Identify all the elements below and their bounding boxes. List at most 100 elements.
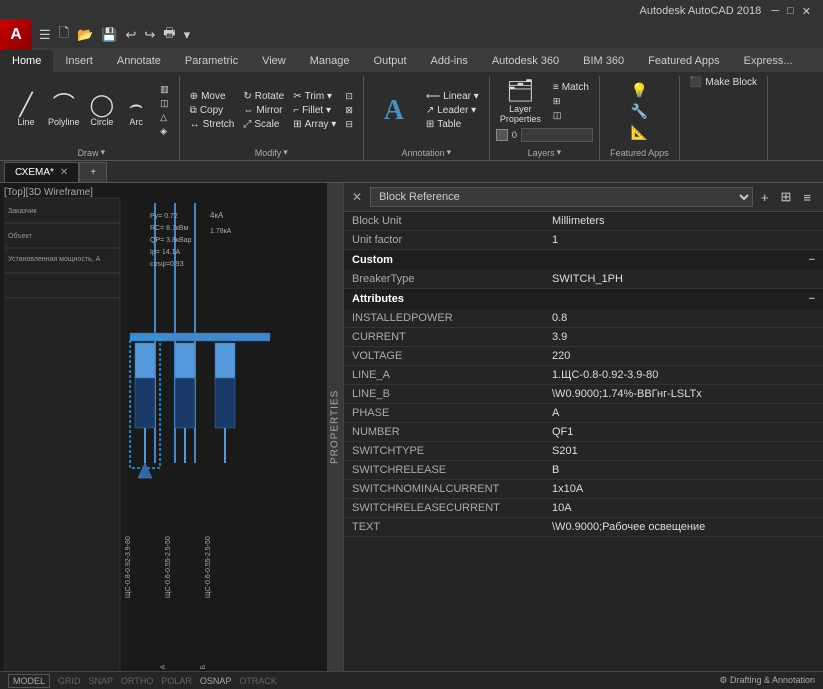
tab-featured-apps[interactable]: Featured Apps xyxy=(636,50,732,72)
draw-circle-button[interactable]: ◯ Circle xyxy=(86,92,119,129)
qa-menu[interactable]: ☰ xyxy=(36,25,54,45)
featured-app-3[interactable]: 📐 xyxy=(627,123,652,142)
voltage-label: VOLTAGE xyxy=(352,350,552,362)
tab-addins[interactable]: Add-ins xyxy=(419,50,480,72)
qa-open[interactable]: 📂 xyxy=(74,25,96,45)
panel-add-button[interactable]: + xyxy=(757,188,773,207)
draw-extra-1[interactable]: ▥ xyxy=(156,83,173,96)
qa-print[interactable]: 🖶 xyxy=(160,22,178,48)
tab-bim360[interactable]: BIM 360 xyxy=(571,50,636,72)
window-close[interactable]: ✕ xyxy=(798,5,815,18)
modify-fillet-button[interactable]: ⌐ Fillet ▾ xyxy=(289,104,340,117)
status-model[interactable]: MODEL xyxy=(8,674,50,688)
document-tab-schema[interactable]: СХЕМА* ✕ xyxy=(4,162,79,182)
annotation-group-expand[interactable]: ▾ xyxy=(447,147,452,158)
status-otrack[interactable]: OTRACK xyxy=(235,675,281,687)
window-maximize[interactable]: □ xyxy=(783,5,798,17)
stretch-icon: ↔ xyxy=(190,119,200,130)
annotation-text-button[interactable]: A xyxy=(370,95,418,127)
layers-group-expand[interactable]: ▾ xyxy=(557,147,562,158)
modify-extra2[interactable]: ⊠ xyxy=(341,104,357,117)
modify-scale-button[interactable]: ⤢ Scale xyxy=(239,118,288,131)
new-tab-icon: + xyxy=(90,167,96,178)
modify-stretch-button[interactable]: ↔ Stretch xyxy=(186,118,239,131)
panel-add2-button[interactable]: ⊞ xyxy=(777,187,796,207)
draw-polyline-button[interactable]: ⌒ Polyline xyxy=(44,92,84,129)
status-workspace[interactable]: ⚙ Drafting & Annotation xyxy=(719,675,815,686)
tab-express[interactable]: Express... xyxy=(732,50,805,72)
panel-close-button[interactable]: ✕ xyxy=(352,190,362,204)
custom-section-header[interactable]: Custom − xyxy=(344,250,823,270)
svg-text:QP= 3.8кВар: QP= 3.8кВар xyxy=(150,237,192,244)
featured-app-2[interactable]: 🔧 xyxy=(627,102,652,121)
draw-extra-2[interactable]: ◫ xyxy=(156,97,173,110)
modify-copy-button[interactable]: ⧉ Copy xyxy=(186,104,239,117)
annotation-leader-button[interactable]: ↗ Leader ▾ xyxy=(422,104,483,117)
qa-redo[interactable]: ↪ xyxy=(141,25,158,45)
new-tab-button[interactable]: + xyxy=(79,162,107,182)
draw-extra-4[interactable]: ◈ xyxy=(156,125,173,138)
modify-rotate-button[interactable]: ↻ Rotate xyxy=(239,90,288,103)
tab-autodesk360[interactable]: Autodesk 360 xyxy=(480,50,571,72)
block-type-select[interactable]: Block Reference xyxy=(370,187,753,207)
breaker-type-label: BreakerType xyxy=(352,273,552,285)
tab-manage[interactable]: Manage xyxy=(298,50,362,72)
polyline-label: Polyline xyxy=(48,117,80,127)
qa-undo[interactable]: ↩ xyxy=(122,25,139,45)
doc-tab-close[interactable]: ✕ xyxy=(60,167,68,178)
attributes-section-header[interactable]: Attributes − xyxy=(344,289,823,309)
draw-arc-button[interactable]: ⌢ Arc xyxy=(120,92,152,129)
annotation-table-button[interactable]: ⊞ Table xyxy=(422,118,483,131)
annotation-linear-button[interactable]: ⟵ Linear ▾ xyxy=(422,90,483,103)
draw-group-expand[interactable]: ▾ xyxy=(101,147,106,158)
make-block-button[interactable]: ⬛ Make Block xyxy=(686,76,761,89)
tab-view[interactable]: View xyxy=(250,50,298,72)
prop-switchreleasecurrent: SWITCHRELEASECURRENT 10A xyxy=(344,499,823,518)
featured-app-1[interactable]: 💡 xyxy=(627,81,652,100)
modify-extra1[interactable]: ⊡ xyxy=(341,90,357,103)
tab-insert[interactable]: Insert xyxy=(53,50,105,72)
make-block-label: Make Block xyxy=(705,77,757,88)
status-snap[interactable]: SNAP xyxy=(85,675,118,687)
modify-mirror-button[interactable]: ⇔ Mirror xyxy=(239,104,288,117)
tab-output[interactable]: Output xyxy=(362,50,419,72)
modify-trim-button[interactable]: ✂ Trim ▾ xyxy=(289,90,340,103)
svg-text:ЩС-0.6-0.55-2.5-50: ЩС-0.6-0.55-2.5-50 xyxy=(205,536,212,598)
number-value: QF1 xyxy=(552,426,573,438)
window-minimize[interactable]: ─ xyxy=(767,5,783,17)
draw-line-button[interactable]: ╱ Line xyxy=(10,92,42,129)
draw-extra-3[interactable]: △ xyxy=(156,111,173,124)
main-area: [Top][3D Wireframe] Заказчик Объект Уста… xyxy=(0,183,823,671)
custom-section-collapse[interactable]: − xyxy=(809,254,815,266)
tab-home[interactable]: Home xyxy=(0,50,53,72)
layers-extra2[interactable]: ◫ xyxy=(549,109,593,122)
svg-text:Объект: Объект xyxy=(8,232,33,240)
drawing-viewport[interactable]: [Top][3D Wireframe] Заказчик Объект Уста… xyxy=(0,183,333,671)
qa-new[interactable]: 🗋 xyxy=(56,22,72,48)
switchnominalcurrent-value: 1x10A xyxy=(552,483,583,495)
modify-extra3[interactable]: ⊟ xyxy=(341,118,357,131)
status-grid[interactable]: GRID xyxy=(54,675,85,687)
panel-settings-button[interactable]: ≡ xyxy=(799,188,815,207)
attributes-section-collapse[interactable]: − xyxy=(809,293,815,305)
layers-properties-button[interactable]: 🗂 LayerProperties xyxy=(496,76,545,126)
prop-line-a: LINE_A 1.ЩС-0.8-0.92-3.9-80 xyxy=(344,366,823,385)
stretch-label: Stretch xyxy=(203,119,235,130)
status-polar[interactable]: POLAR xyxy=(157,675,196,687)
modify-array-button[interactable]: ⊞ Array ▾ xyxy=(289,118,340,131)
qa-dropdown[interactable]: ▾ xyxy=(181,25,194,45)
qa-save[interactable]: 💾 xyxy=(98,25,120,45)
tab-annotate[interactable]: Annotate xyxy=(105,50,173,72)
copy-label: Copy xyxy=(200,105,223,116)
status-ortho[interactable]: ORTHO xyxy=(117,675,157,687)
layers-match-button[interactable]: ≡ Match xyxy=(549,81,593,94)
modify-move-button[interactable]: ⊕ Move xyxy=(186,90,239,103)
prop-voltage: VOLTAGE 220 xyxy=(344,347,823,366)
layers-extra1[interactable]: ⊞ xyxy=(549,95,593,108)
properties-scroll-area[interactable]: Block Unit Millimeters Unit factor 1 Cus… xyxy=(344,212,823,671)
text-icon: A xyxy=(384,97,404,125)
tab-parametric[interactable]: Parametric xyxy=(173,50,250,72)
modify-group-expand[interactable]: ▾ xyxy=(283,147,288,158)
properties-panel: ✕ Block Reference + ⊞ ≡ Block Unit Milli… xyxy=(343,183,823,671)
status-osnap[interactable]: OSNAP xyxy=(196,675,236,687)
